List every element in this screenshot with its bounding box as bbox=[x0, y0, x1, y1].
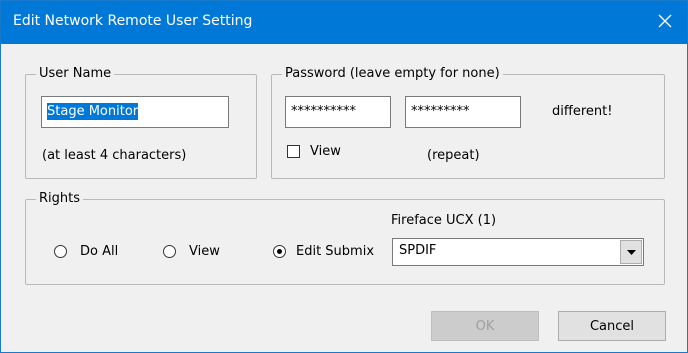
radio-do-all[interactable] bbox=[54, 245, 67, 258]
user-name-hint: (at least 4 characters) bbox=[42, 148, 187, 163]
repeat-label: (repeat) bbox=[427, 148, 480, 163]
dialog-window: Edit Network Remote User Setting User Na… bbox=[0, 0, 688, 353]
password-repeat-input[interactable]: ********* bbox=[405, 96, 521, 128]
user-name-input[interactable]: Stage Monitor bbox=[41, 96, 229, 128]
view-password-label[interactable]: View bbox=[310, 143, 341, 161]
user-name-group: User Name Stage Monitor (at least 4 char… bbox=[25, 65, 257, 179]
password-group: Password (leave empty for none) ********… bbox=[271, 65, 665, 179]
rights-legend: Rights bbox=[36, 190, 84, 208]
submix-select-value: SPDIF bbox=[399, 243, 437, 258]
cancel-button[interactable]: Cancel bbox=[558, 311, 666, 341]
password-legend: Password (leave empty for none) bbox=[282, 65, 503, 83]
user-name-value: Stage Monitor bbox=[47, 103, 139, 120]
radio-edit-submix[interactable] bbox=[273, 245, 286, 258]
submix-select[interactable]: SPDIF bbox=[392, 238, 644, 266]
rights-group: Rights Do All View Edit Submix Fireface … bbox=[25, 190, 665, 285]
close-icon bbox=[658, 14, 672, 32]
view-password-checkbox[interactable] bbox=[287, 145, 300, 158]
password-input[interactable]: ********** bbox=[285, 96, 391, 128]
close-button[interactable] bbox=[643, 1, 687, 44]
ok-button[interactable]: OK bbox=[431, 311, 539, 341]
window-title: Edit Network Remote User Setting bbox=[13, 13, 253, 29]
title-bar[interactable]: Edit Network Remote User Setting bbox=[1, 1, 687, 44]
chevron-down-icon bbox=[626, 245, 636, 260]
password-value: ********** bbox=[291, 104, 356, 119]
radio-do-all-label[interactable]: Do All bbox=[80, 243, 118, 261]
user-name-legend: User Name bbox=[36, 65, 115, 83]
radio-view[interactable] bbox=[163, 245, 176, 258]
radio-edit-submix-label[interactable]: Edit Submix bbox=[296, 243, 374, 261]
password-status: different! bbox=[552, 104, 613, 119]
radio-view-label[interactable]: View bbox=[189, 243, 220, 261]
device-label: Fireface UCX (1) bbox=[391, 213, 497, 228]
submix-dropdown-button[interactable] bbox=[620, 240, 642, 264]
password-repeat-value: ********* bbox=[411, 104, 470, 119]
